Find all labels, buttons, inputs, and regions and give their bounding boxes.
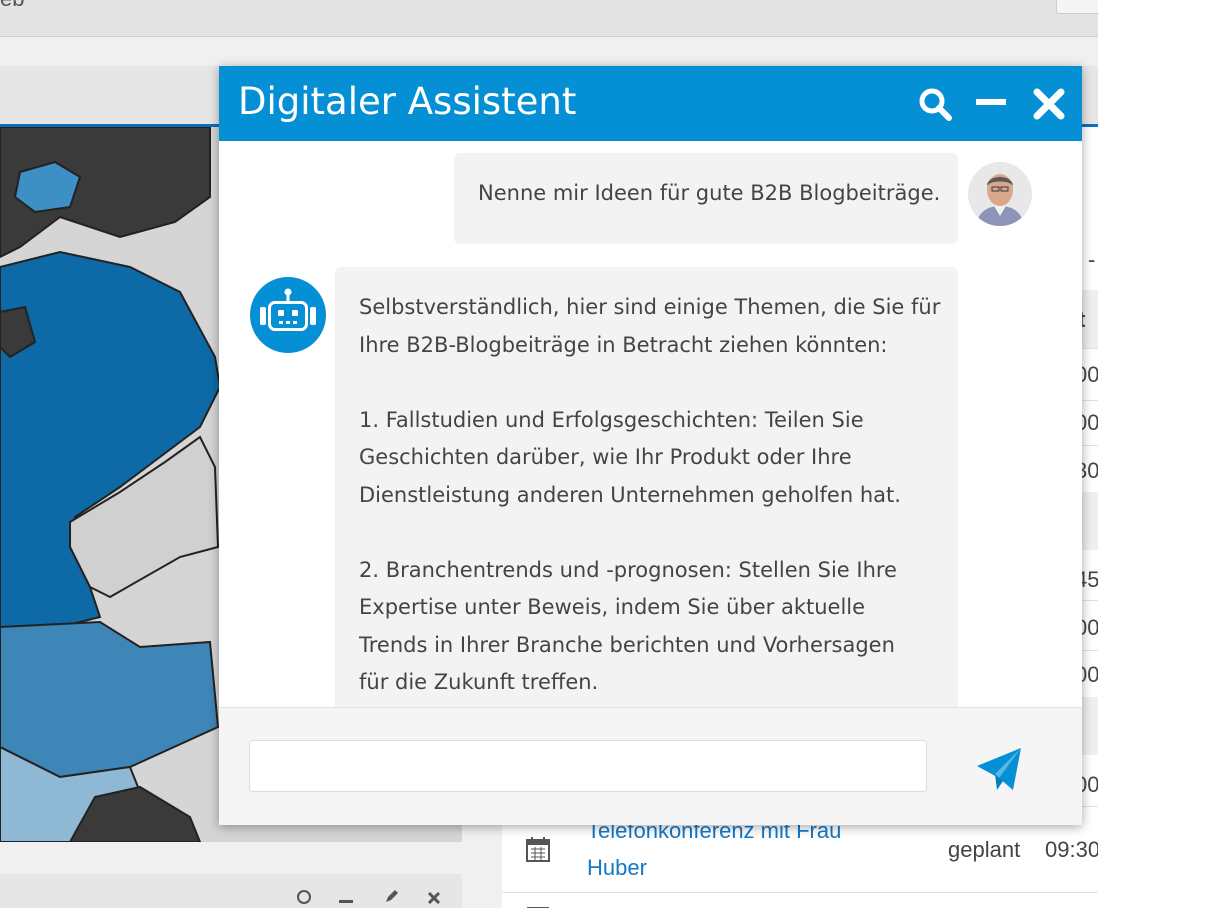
minimize-icon[interactable] — [973, 86, 1009, 122]
top-bar-button[interactable] — [1056, 0, 1098, 14]
user-avatar — [968, 162, 1032, 226]
chat-input[interactable] — [249, 740, 927, 792]
minimize-panel-icon[interactable] — [338, 888, 354, 904]
message-line: 1. Fallstudien und Erfolgsgeschichten: T… — [359, 407, 864, 432]
robot-icon — [250, 277, 326, 353]
close-icon[interactable] — [1031, 86, 1067, 122]
message-line: Geschichten darüber, wie Ihr Produkt ode… — [359, 445, 852, 469]
message-line: Trends in Ihrer Branche berichten und Vo… — [359, 632, 895, 657]
message-line: Ihre B2B-Blogbeiträge in Betracht ziehen… — [359, 332, 888, 357]
assistant-message-text: Selbstverständlich, hier sind einige The… — [359, 289, 949, 702]
user-message-text: Nenne mir Ideen für gute B2B Blogbeiträg… — [478, 181, 941, 205]
search-icon[interactable] — [917, 86, 953, 122]
top-bar-text: eb — [0, 0, 24, 12]
user-message: Nenne mir Ideen für gute B2B Blogbeiträg… — [454, 153, 958, 244]
task-title-link-line2[interactable]: Huber — [587, 855, 647, 881]
calendar-icon — [526, 836, 550, 862]
dialog-header: Digitaler Assistent — [219, 66, 1082, 141]
message-line: für die Zukunft treffen. — [359, 670, 599, 694]
composer — [219, 707, 1082, 825]
assistant-dialog: Digitaler Assistent Nenne mir Ideen für … — [219, 66, 1082, 825]
task-status: geplant — [948, 837, 1021, 862]
row-divider — [502, 892, 1098, 893]
dialog-title: Digitaler Assistent — [238, 80, 577, 123]
top-bar: eb — [0, 0, 1098, 37]
message-line: Dienstleistung anderen Unternehmen gehol… — [359, 482, 901, 507]
dash-text: - — [1088, 247, 1096, 272]
message-list[interactable]: Nenne mir Ideen für gute B2B Blogbeiträg… — [219, 141, 1082, 707]
task-time: 09:30 — [1045, 837, 1098, 862]
edit-icon[interactable] — [384, 888, 400, 904]
close-panel-icon[interactable] — [426, 888, 442, 905]
send-icon[interactable] — [975, 744, 1025, 794]
assistant-message: Selbstverständlich, hier sind einige The… — [335, 267, 958, 707]
refresh-icon[interactable] — [296, 888, 312, 904]
calendar-icon — [526, 900, 550, 908]
message-line: Selbstverständlich, hier sind einige The… — [359, 295, 941, 319]
message-line: Expertise unter Beweis, indem Sie über a… — [359, 595, 866, 619]
message-line: 2. Branchentrends und -prognosen: Stelle… — [359, 557, 897, 582]
